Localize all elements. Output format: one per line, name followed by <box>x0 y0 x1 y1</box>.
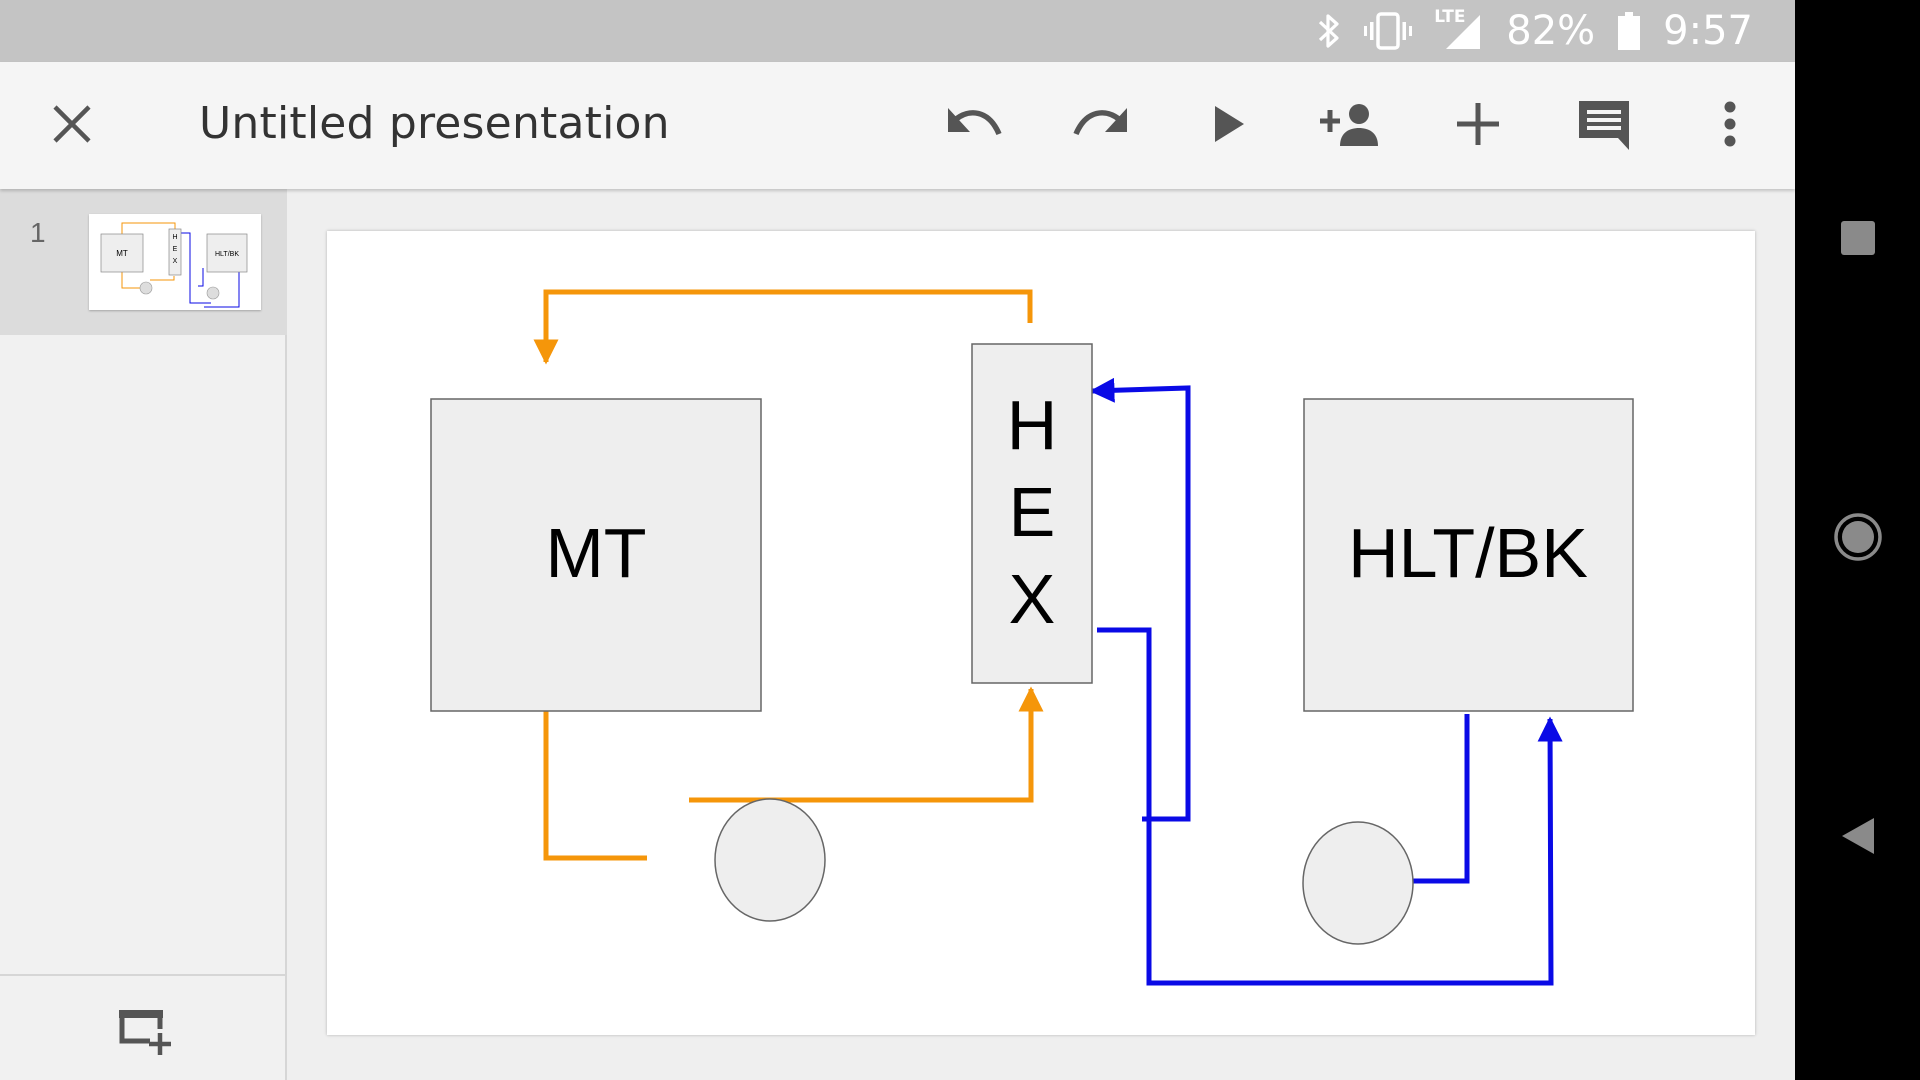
undo-button[interactable] <box>941 92 1009 160</box>
comment-icon <box>1576 98 1632 155</box>
redo-icon <box>1070 106 1130 147</box>
play-icon <box>1212 104 1246 149</box>
home-icon <box>1833 512 1883 567</box>
status-icons: LTE 82% 9:57 <box>1316 0 1753 62</box>
battery-percent: 82% <box>1506 8 1596 54</box>
hex-letter-h: H <box>1007 386 1058 464</box>
hex-letter-e: E <box>1009 473 1056 551</box>
vibrate-icon <box>1364 11 1413 51</box>
pump-right[interactable] <box>1302 821 1414 945</box>
back-button[interactable] <box>1825 805 1891 871</box>
thumb-mt-label: MT <box>116 249 128 258</box>
panel-divider <box>0 974 285 976</box>
comments-button[interactable] <box>1570 92 1638 160</box>
navigation-bar <box>1795 0 1920 1080</box>
thumb-hex-letter-h: H <box>172 234 177 241</box>
thumb-hex-letter-x: X <box>173 258 178 265</box>
slide-canvas[interactable]: MT H E X HLT/BK <box>287 189 1795 1080</box>
slide-number: 1 <box>30 217 46 248</box>
slide-list-item[interactable]: 1 MT H E X HLT/BK <box>0 189 287 335</box>
pump-left[interactable] <box>714 798 826 922</box>
more-options-button[interactable] <box>1696 92 1764 160</box>
plus-icon <box>1455 101 1501 152</box>
undo-icon <box>945 106 1005 147</box>
add-person-icon <box>1320 102 1384 151</box>
hlt-bk-label: HLT/BK <box>1348 514 1588 592</box>
new-slide-icon <box>116 1003 172 1060</box>
present-button[interactable] <box>1195 92 1263 160</box>
slide-thumbnail[interactable]: MT H E X HLT/BK <box>89 214 261 310</box>
orange-line-mt-to-pump[interactable] <box>543 709 647 861</box>
back-icon <box>1840 816 1876 861</box>
new-slide-button[interactable] <box>112 999 176 1063</box>
mt-label: MT <box>545 514 646 592</box>
close-button[interactable] <box>40 94 104 158</box>
document-title[interactable]: Untitled presentation <box>199 98 670 149</box>
thumb-hlt-label: HLT/BK <box>215 251 239 258</box>
thumb-hex-letter-e: E <box>173 246 178 253</box>
thumb-pump-left <box>139 281 153 295</box>
home-button[interactable] <box>1825 506 1891 572</box>
share-button[interactable] <box>1318 92 1386 160</box>
hex-letter-x: X <box>1009 560 1056 638</box>
recents-icon <box>1840 220 1876 261</box>
bluetooth-icon <box>1316 11 1342 51</box>
more-vert-icon <box>1723 101 1737 152</box>
blue-line-pump-to-hex[interactable] <box>1089 377 1191 822</box>
redo-button[interactable] <box>1066 92 1134 160</box>
clock: 9:57 <box>1663 8 1753 54</box>
slide[interactable]: MT H E X HLT/BK <box>327 231 1755 1035</box>
app-bar: Untitled presentation <box>0 62 1795 189</box>
close-icon <box>52 104 92 149</box>
battery-icon <box>1617 11 1641 51</box>
signal-icon: LTE <box>1434 7 1484 53</box>
insert-button[interactable] <box>1444 92 1512 160</box>
status-bar: LTE 82% 9:57 <box>0 0 1795 62</box>
blue-line-hlt-to-pump[interactable] <box>1413 714 1470 884</box>
slide-panel: 1 MT H E X HLT/BK <box>0 189 287 1080</box>
recents-button[interactable] <box>1825 207 1891 273</box>
orange-line-hex-to-mt[interactable] <box>533 289 1033 365</box>
thumb-pump-right <box>206 286 220 300</box>
